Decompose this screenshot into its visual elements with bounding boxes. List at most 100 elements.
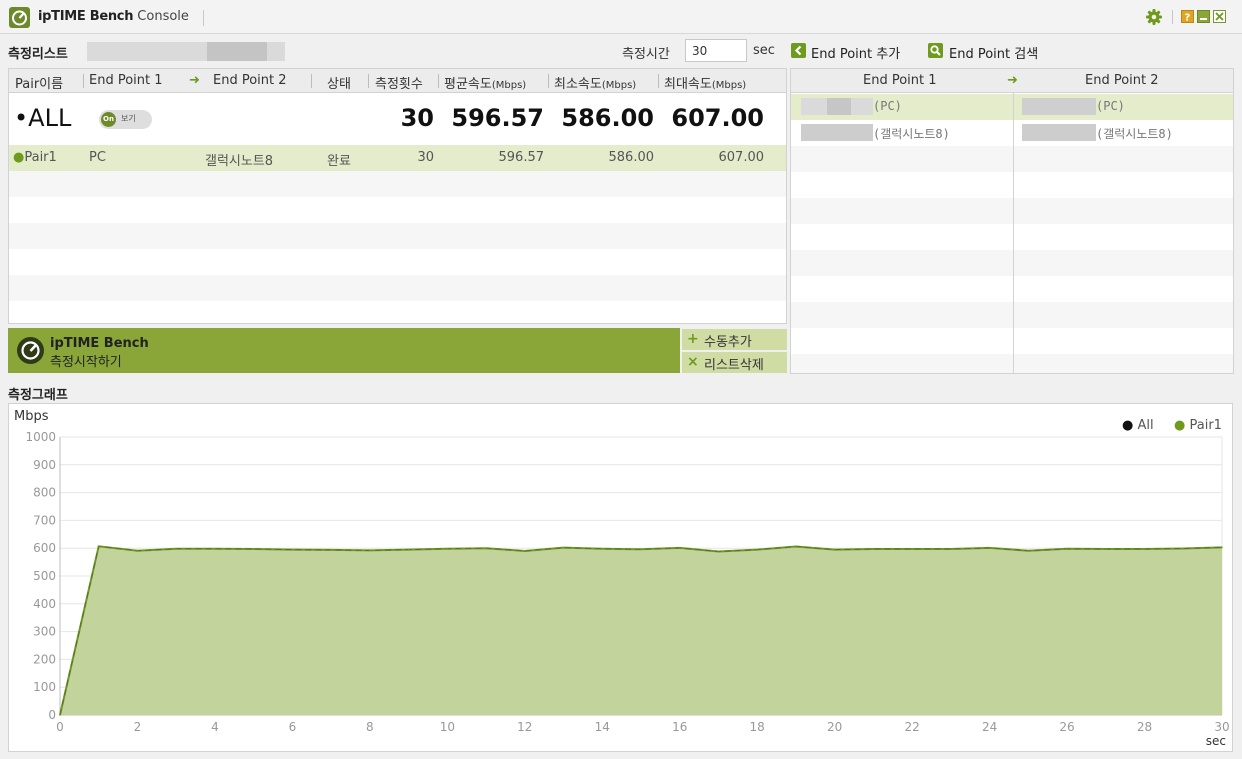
pair1-point [1105, 548, 1107, 550]
measure-list-table: Pair이름 End Point 1 ➜ End Point 2 상태 측정횟수… [8, 68, 787, 324]
empty-row [9, 197, 786, 223]
pair1-point [59, 714, 61, 716]
col-end-point-1: End Point 1 [89, 73, 163, 88]
table-row-all[interactable]: •ALL On 보기 30 596.57 586.00 607.00 [9, 94, 786, 145]
pair1-point [756, 548, 758, 551]
pair1-point [640, 548, 642, 551]
gauge-icon [9, 7, 30, 28]
app-title: ipTIME Bench Console [38, 9, 189, 24]
pair1-point [717, 550, 720, 553]
gear-icon[interactable] [1145, 8, 1163, 26]
empty-row [791, 172, 1233, 198]
help-icon[interactable]: ? [1181, 10, 1194, 24]
endpoint-col-1: End Point 1 [863, 73, 937, 88]
y-tick-label: 300 [33, 625, 56, 639]
col-divider [438, 74, 439, 88]
pair1-point [252, 548, 255, 550]
pair1-point [214, 548, 216, 550]
x-tick-label: 4 [211, 720, 219, 734]
table-row[interactable]: ●Pair1 PC 갤럭시노트8 완료 30 596.57 586.00 607… [9, 145, 786, 171]
pair1-point [330, 549, 332, 551]
endpoint-row[interactable]: (PC) (PC) [791, 94, 1233, 120]
chevron-left-icon [791, 43, 806, 58]
measure-time-unit: sec [753, 43, 775, 58]
endpoint-1-label: (PC) [873, 99, 902, 113]
search-icon [928, 43, 943, 58]
endpoint-col-2: End Point 2 [1085, 73, 1159, 88]
x-tick-label: 30 [1214, 720, 1229, 734]
start-measure-button[interactable]: ipTIME Bench 측정시작하기 [8, 328, 680, 373]
endpoint-name-redacted [801, 124, 873, 141]
x-tick-label: 16 [672, 720, 687, 734]
arrow-right-icon: ➜ [189, 73, 200, 88]
col-divider [83, 74, 84, 88]
empty-row [791, 146, 1233, 172]
col-avg-speed-unit: (Mbps) [491, 80, 527, 91]
pair1-point [97, 545, 100, 548]
graph-title: 측정그래프 [8, 388, 68, 403]
col-divider [311, 74, 312, 88]
measure-time-input[interactable] [685, 39, 747, 62]
all-label: •ALL [14, 104, 71, 132]
y-axis-unit: Mbps [14, 409, 49, 424]
endpoint-panel-header: End Point 1 ➜ End Point 2 [791, 69, 1233, 93]
x-tick-label: 2 [134, 720, 142, 734]
pair1-point [407, 548, 410, 551]
x-tick-label: 0 [56, 720, 64, 734]
all-bullet: • [14, 104, 29, 132]
pair1-point [369, 549, 371, 552]
manual-add-label: 수동추가 [704, 335, 752, 350]
col-max-speed-label: 최대속도 [664, 77, 712, 92]
pair-min-speed: 586.00 [608, 150, 655, 165]
all-name: ALL [28, 104, 72, 132]
x-tick-label: 18 [750, 720, 765, 734]
plus-icon: + [687, 331, 699, 347]
col-min-speed: 최소속도(Mbps) [554, 73, 636, 92]
empty-row [791, 354, 1233, 373]
svg-text:?: ? [1185, 13, 1191, 23]
x-tick-label: 8 [366, 720, 374, 734]
all-min-speed: 586.00 [561, 104, 654, 132]
y-tick-label: 800 [33, 486, 56, 500]
toggle-view-label: 보기 [121, 114, 136, 123]
pair1-point [601, 548, 604, 550]
col-min-speed-label: 최소속도 [554, 77, 602, 92]
empty-row [791, 224, 1233, 250]
measure-time-label: 측정시간 [622, 47, 670, 62]
x-tick-label: 6 [289, 720, 297, 734]
empty-row [791, 250, 1233, 276]
pair-status: 완료 [327, 154, 351, 169]
delete-list-button[interactable]: × 리스트삭제 [682, 352, 787, 373]
toggle-on-label: On [101, 112, 116, 127]
endpoint-name-redacted [1022, 124, 1096, 141]
all-max-speed: 607.00 [671, 104, 764, 132]
empty-row [9, 249, 786, 275]
minimize-icon[interactable] [1197, 10, 1210, 23]
x-tick-label: 20 [827, 720, 842, 734]
pair1-point [524, 550, 526, 552]
close-icon[interactable] [1213, 10, 1226, 23]
all-avg-speed: 596.57 [451, 104, 544, 132]
manual-add-button[interactable]: + 수동추가 [682, 329, 787, 350]
pair-status-dot: ● [13, 150, 25, 165]
add-endpoint-button[interactable]: End Point 추가 [811, 43, 900, 62]
endpoint-2-label: (PC) [1096, 99, 1125, 113]
endpoint-column-divider [1013, 93, 1014, 373]
x-tick-label: 22 [904, 720, 919, 734]
search-endpoint-button[interactable]: End Point 검색 [949, 43, 1038, 62]
start-bar-brand: ipTIME Bench [50, 336, 149, 351]
title-bar: ipTIME Bench Console ? [0, 0, 1242, 34]
arrow-right-icon: ➜ [1007, 73, 1018, 88]
pair1-area [60, 546, 1222, 715]
pair1-point [988, 547, 991, 549]
pair-avg-speed: 596.57 [498, 150, 545, 165]
view-toggle[interactable]: On 보기 [99, 110, 152, 129]
endpoint-row[interactable]: (갤럭시노트8) (갤럭시노트8) [791, 120, 1233, 146]
pair1-point [1143, 548, 1146, 550]
pair1-point [485, 547, 487, 549]
col-max-speed-unit: (Mbps) [711, 80, 747, 91]
y-tick-label: 0 [48, 708, 56, 722]
app-title-suffix: Console [137, 9, 189, 24]
empty-row [9, 301, 786, 323]
x-tick-label: 26 [1059, 720, 1074, 734]
